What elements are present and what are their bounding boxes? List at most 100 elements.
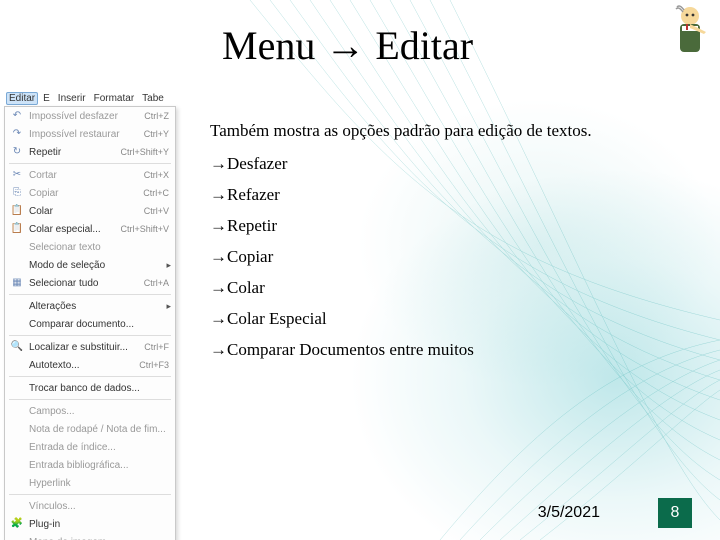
menu-item-icon: ✂	[9, 168, 25, 182]
menu-item-shortcut: Ctrl+C	[143, 188, 175, 198]
intro-text: Também mostra as opções padrão para ediç…	[210, 120, 690, 143]
menu-item-icon	[9, 422, 25, 436]
submenu-arrow-icon: ▸	[166, 301, 171, 312]
bullet-text: Desfazer	[227, 154, 287, 173]
menu-item-icon	[9, 499, 25, 513]
menu-item-label: Vínculos...	[29, 501, 175, 512]
menubar-item[interactable]: E	[40, 92, 53, 105]
menu-item-label: Selecionar tudo	[29, 278, 144, 289]
menu-item-icon: ↶	[9, 109, 25, 123]
menu-item: Nota de rodapé / Nota de fim...	[5, 420, 175, 438]
menu-item-label: Modo de seleção	[29, 260, 175, 271]
menubar-item[interactable]: Editar	[6, 92, 38, 105]
menu-item-icon: 📋	[9, 204, 25, 218]
menu-item-shortcut: Ctrl+F	[144, 342, 175, 352]
menu-item-icon: ⎘	[9, 186, 25, 200]
menu-item-icon	[9, 404, 25, 418]
submenu-arrow-icon: ▸	[166, 260, 171, 271]
menu-item-label: Trocar banco de dados...	[29, 383, 175, 394]
menu-item-shortcut: Ctrl+Shift+Y	[120, 147, 175, 157]
bullet-line: →Refazer	[210, 184, 690, 207]
menu-separator	[9, 399, 171, 400]
menu-item-icon: 🧩	[9, 517, 25, 531]
menu-item-shortcut: Ctrl+F3	[139, 360, 175, 370]
menu-item-label: Alterações	[29, 301, 175, 312]
menu-item-label: Entrada bibliográfica...	[29, 460, 175, 471]
menu-item-icon: 📋	[9, 222, 25, 236]
menu-item-label: Copiar	[29, 188, 143, 199]
menu-item-shortcut: Ctrl+Z	[144, 111, 175, 121]
arrow-icon: →	[210, 216, 227, 235]
menu-item-icon	[9, 381, 25, 395]
menu-separator	[9, 376, 171, 377]
menu-separator	[9, 335, 171, 336]
slide-title: Menu → Editar	[222, 22, 473, 69]
menu-item[interactable]: Comparar documento...	[5, 315, 175, 333]
menu-item[interactable]: Autotexto...Ctrl+F3	[5, 356, 175, 374]
menu-item-label: Hyperlink	[29, 478, 175, 489]
bullet-line: →Comparar Documentos entre muitos	[210, 339, 690, 362]
menu-item[interactable]: Alterações▸	[5, 297, 175, 315]
menu-item-icon	[9, 440, 25, 454]
menu-item: ↷Impossível restaurarCtrl+Y	[5, 125, 175, 143]
menubar-item[interactable]: Formatar	[91, 92, 138, 105]
menu-item: Entrada bibliográfica...	[5, 456, 175, 474]
menu-item-shortcut: Ctrl+V	[144, 206, 175, 216]
menu-item[interactable]: 🧩 Plug-in	[5, 515, 175, 533]
menu-separator	[9, 294, 171, 295]
menu-item: Selecionar texto	[5, 238, 175, 256]
arrow-icon: →	[210, 340, 227, 359]
edit-menu-panel: ↶ Impossível desfazerCtrl+Z ↷Impossível re…	[4, 106, 176, 540]
bullet-text: Copiar	[227, 247, 273, 266]
menu-item-icon	[9, 317, 25, 331]
menu-item-label: Comparar documento...	[29, 319, 175, 330]
menu-item-label: Autotexto...	[29, 360, 139, 371]
menu-item-label: Impossível desfazer	[29, 111, 144, 122]
menu-item: ⎘ CopiarCtrl+C	[5, 184, 175, 202]
avatar	[668, 4, 712, 60]
menu-item: Campos...	[5, 402, 175, 420]
arrow-icon: →	[210, 247, 227, 266]
menu-item[interactable]: 🔍Localizar e substituir...Ctrl+F	[5, 338, 175, 356]
menu-item-label: Plug-in	[29, 519, 175, 530]
bullet-line: →Colar Especial	[210, 308, 690, 331]
menu-item-icon: ↻	[9, 145, 25, 159]
menu-item[interactable]: ▦ Selecionar tudoCtrl+A	[5, 274, 175, 292]
menu-item[interactable]: ↻RepetirCtrl+Shift+Y	[5, 143, 175, 161]
menu-separator	[9, 163, 171, 164]
bullet-text: Repetir	[227, 216, 277, 235]
bullet-line: →Copiar	[210, 246, 690, 269]
menu-item-label: Localizar e substituir...	[29, 342, 144, 353]
menu-item-label: Entrada de índice...	[29, 442, 175, 453]
menu-item-label: Impossível restaurar	[29, 129, 144, 140]
menu-item-icon	[9, 358, 25, 372]
menu-item-label: Colar especial...	[29, 224, 120, 235]
menubar-item[interactable]: Inserir	[55, 92, 89, 105]
arrow-icon: →	[210, 278, 227, 297]
menu-separator	[9, 494, 171, 495]
bullet-text: Refazer	[227, 185, 280, 204]
bullet-text: Colar Especial	[227, 309, 327, 328]
menu-item[interactable]: 📋 Colar especial...Ctrl+Shift+V	[5, 220, 175, 238]
bullet-line: →Desfazer	[210, 153, 690, 176]
menu-item-label: Mapa de imagem	[29, 537, 175, 540]
bullet-line: →Repetir	[210, 215, 690, 238]
arrow-icon: →	[210, 309, 227, 328]
slide-date: 3/5/2021	[538, 504, 600, 522]
menu-item[interactable]: Modo de seleção▸	[5, 256, 175, 274]
page-number-badge: 8	[658, 498, 692, 528]
menu-item-label: Colar	[29, 206, 144, 217]
menu-item[interactable]: 📋 ColarCtrl+V	[5, 202, 175, 220]
menu-item-icon	[9, 258, 25, 272]
menu-item[interactable]: Trocar banco de dados...	[5, 379, 175, 397]
bullet-line: →Colar	[210, 277, 690, 300]
menu-item-shortcut: Ctrl+X	[144, 170, 175, 180]
menu-item-shortcut: Ctrl+Shift+V	[120, 224, 175, 234]
menu-item-shortcut: Ctrl+A	[144, 278, 175, 288]
menubar-item[interactable]: Tabe	[139, 92, 167, 105]
menu-item: Mapa de imagem	[5, 533, 175, 540]
menu-item-icon: ▦	[9, 276, 25, 290]
menu-item-icon	[9, 458, 25, 472]
menu-item: ✂CortarCtrl+X	[5, 166, 175, 184]
menu-item-icon	[9, 476, 25, 490]
